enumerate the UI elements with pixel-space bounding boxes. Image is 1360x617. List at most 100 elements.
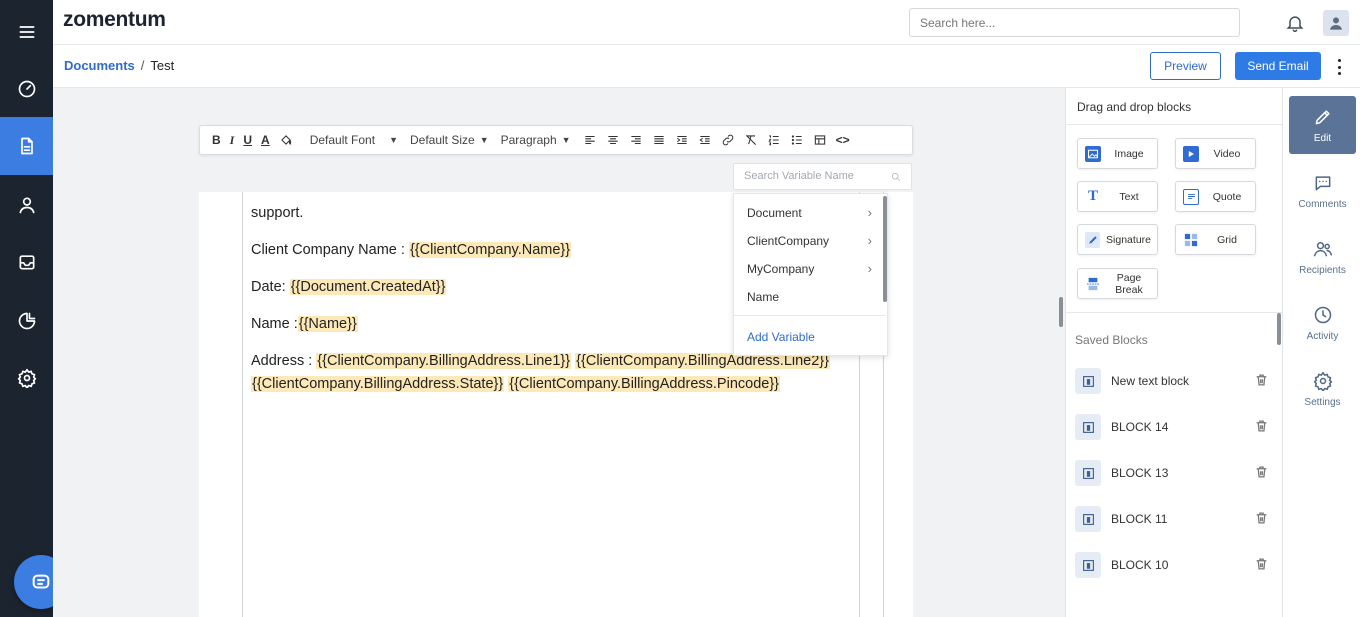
outdent-button[interactable] bbox=[698, 125, 712, 155]
logo: zomentum bbox=[63, 8, 166, 31]
align-left-button[interactable] bbox=[583, 125, 597, 155]
block-page-break[interactable]: Page Break bbox=[1077, 268, 1158, 299]
saved-blocks-scrollbar[interactable] bbox=[1277, 313, 1281, 345]
nav-inbox[interactable] bbox=[0, 233, 53, 291]
avatar[interactable] bbox=[1323, 10, 1349, 36]
search-input[interactable] bbox=[909, 8, 1240, 37]
chevron-down-icon: ▼ bbox=[479, 135, 489, 145]
gear-icon bbox=[1313, 371, 1332, 391]
variable-item-document[interactable]: Document › bbox=[747, 205, 872, 220]
bullet-list-button[interactable] bbox=[790, 125, 804, 155]
block-icon bbox=[1075, 368, 1101, 394]
breadcrumb-current: Test bbox=[150, 58, 175, 73]
panel-resize-handle[interactable] bbox=[1059, 297, 1063, 327]
variable-item-label: Name bbox=[747, 290, 780, 304]
tab-activity[interactable]: Activity bbox=[1289, 294, 1356, 352]
preview-button[interactable]: Preview bbox=[1150, 52, 1221, 80]
trash-icon bbox=[1256, 558, 1267, 570]
variable-token[interactable]: {{ClientCompany.BillingAddress.Pincode}} bbox=[508, 376, 781, 392]
font-family-select[interactable]: Default Font ▼ bbox=[310, 133, 398, 147]
pencil-icon bbox=[1315, 109, 1330, 124]
tab-label: Recipients bbox=[1299, 264, 1346, 276]
saved-block-label: New text block bbox=[1111, 374, 1190, 388]
delete-block-button[interactable] bbox=[1255, 373, 1268, 392]
paint-bucket-icon bbox=[280, 135, 291, 145]
tab-edit[interactable]: Edit bbox=[1289, 96, 1356, 154]
nav-settings[interactable] bbox=[0, 349, 53, 407]
align-center-button[interactable] bbox=[606, 125, 620, 155]
send-email-button[interactable]: Send Email bbox=[1235, 52, 1321, 80]
tab-label: Edit bbox=[1313, 132, 1332, 144]
tab-settings[interactable]: Settings bbox=[1289, 360, 1356, 418]
saved-block-item[interactable]: New text block bbox=[1075, 366, 1275, 396]
menu-button[interactable] bbox=[0, 3, 53, 61]
delete-block-button[interactable] bbox=[1255, 465, 1268, 484]
delete-block-button[interactable] bbox=[1255, 557, 1268, 576]
variable-item-mycompany[interactable]: MyCompany › bbox=[747, 261, 872, 276]
variable-token[interactable]: {{ClientCompany.Name}} bbox=[408, 242, 572, 258]
nav-contacts[interactable] bbox=[0, 176, 53, 234]
variable-token[interactable]: {{ClientCompany.BillingAddress.State}} bbox=[251, 376, 505, 392]
tab-recipients[interactable]: Recipients bbox=[1289, 228, 1356, 286]
saved-block-item[interactable]: BLOCK 11 bbox=[1075, 504, 1275, 534]
block-image[interactable]: Image bbox=[1077, 138, 1158, 169]
hamburger-icon bbox=[19, 26, 35, 38]
block-grid[interactable]: Grid bbox=[1175, 224, 1256, 255]
highlight-button[interactable] bbox=[279, 125, 293, 155]
variable-token[interactable]: {{Name}} bbox=[297, 316, 358, 332]
more-options-button[interactable] bbox=[1335, 57, 1343, 77]
chevron-right-icon: › bbox=[867, 205, 872, 220]
block-icon bbox=[1075, 460, 1101, 486]
saved-block-item[interactable]: BLOCK 13 bbox=[1075, 458, 1275, 488]
block-video[interactable]: Video bbox=[1175, 138, 1256, 169]
source-code-button[interactable]: <> bbox=[836, 125, 850, 155]
notifications-button[interactable] bbox=[1285, 13, 1305, 38]
tab-comments[interactable]: Comments bbox=[1289, 162, 1356, 220]
variable-token[interactable]: {{ClientCompany.BillingAddress.Line1}} bbox=[316, 353, 572, 369]
underline-button[interactable]: U bbox=[243, 125, 252, 155]
block-text[interactable]: T Text bbox=[1077, 181, 1158, 212]
ordered-list-button[interactable] bbox=[767, 125, 781, 155]
paragraph-value: Paragraph bbox=[500, 133, 557, 147]
grid-icon bbox=[1183, 232, 1199, 248]
variable-item-clientcompany[interactable]: ClientCompany › bbox=[747, 233, 872, 248]
variable-menu: Document › ClientCompany › MyCompany › Name… bbox=[733, 193, 888, 356]
block-signature[interactable]: Signature bbox=[1077, 224, 1158, 255]
breadcrumb-documents-link[interactable]: Documents bbox=[64, 58, 135, 73]
variable-item-name[interactable]: Name bbox=[747, 290, 872, 304]
italic-button[interactable]: I bbox=[230, 125, 235, 155]
variable-search-input[interactable]: Search Variable Name bbox=[733, 163, 912, 190]
signature-icon bbox=[1085, 231, 1101, 248]
block-icon bbox=[1075, 414, 1101, 440]
nav-documents[interactable] bbox=[0, 117, 53, 175]
font-size-select[interactable]: Default Size ▼ bbox=[410, 133, 489, 147]
saved-block-item[interactable]: BLOCK 10 bbox=[1075, 550, 1275, 580]
nav-reports[interactable] bbox=[0, 292, 53, 350]
inbox-icon bbox=[19, 255, 35, 270]
saved-block-label: BLOCK 10 bbox=[1111, 558, 1169, 572]
table-button[interactable] bbox=[813, 125, 827, 155]
block-label: Quote bbox=[1212, 190, 1242, 203]
clear-format-button[interactable] bbox=[744, 125, 758, 155]
variable-token[interactable]: {{Document.CreatedAt}} bbox=[289, 279, 447, 295]
bold-button[interactable]: B bbox=[212, 125, 221, 155]
align-right-button[interactable] bbox=[629, 125, 643, 155]
gauge-icon bbox=[18, 80, 35, 98]
link-icon bbox=[722, 134, 733, 146]
block-quote[interactable]: Quote bbox=[1175, 181, 1256, 212]
breadcrumb-separator: / bbox=[140, 58, 145, 73]
nav-dashboard[interactable] bbox=[0, 60, 53, 118]
chevron-right-icon: › bbox=[867, 261, 872, 276]
variable-menu-scrollbar[interactable] bbox=[883, 196, 887, 302]
saved-block-item[interactable]: BLOCK 14 bbox=[1075, 412, 1275, 442]
add-variable-link[interactable]: Add Variable bbox=[747, 330, 815, 344]
link-button[interactable] bbox=[721, 125, 735, 155]
indent-button[interactable] bbox=[675, 125, 689, 155]
delete-block-button[interactable] bbox=[1255, 419, 1268, 438]
indent-icon bbox=[676, 135, 687, 145]
paragraph-select[interactable]: Paragraph ▼ bbox=[501, 133, 571, 147]
justify-button[interactable] bbox=[652, 125, 666, 155]
blocks-panel-title: Drag and drop blocks bbox=[1077, 100, 1192, 114]
font-color-button[interactable]: A bbox=[261, 125, 270, 155]
delete-block-button[interactable] bbox=[1255, 511, 1268, 530]
